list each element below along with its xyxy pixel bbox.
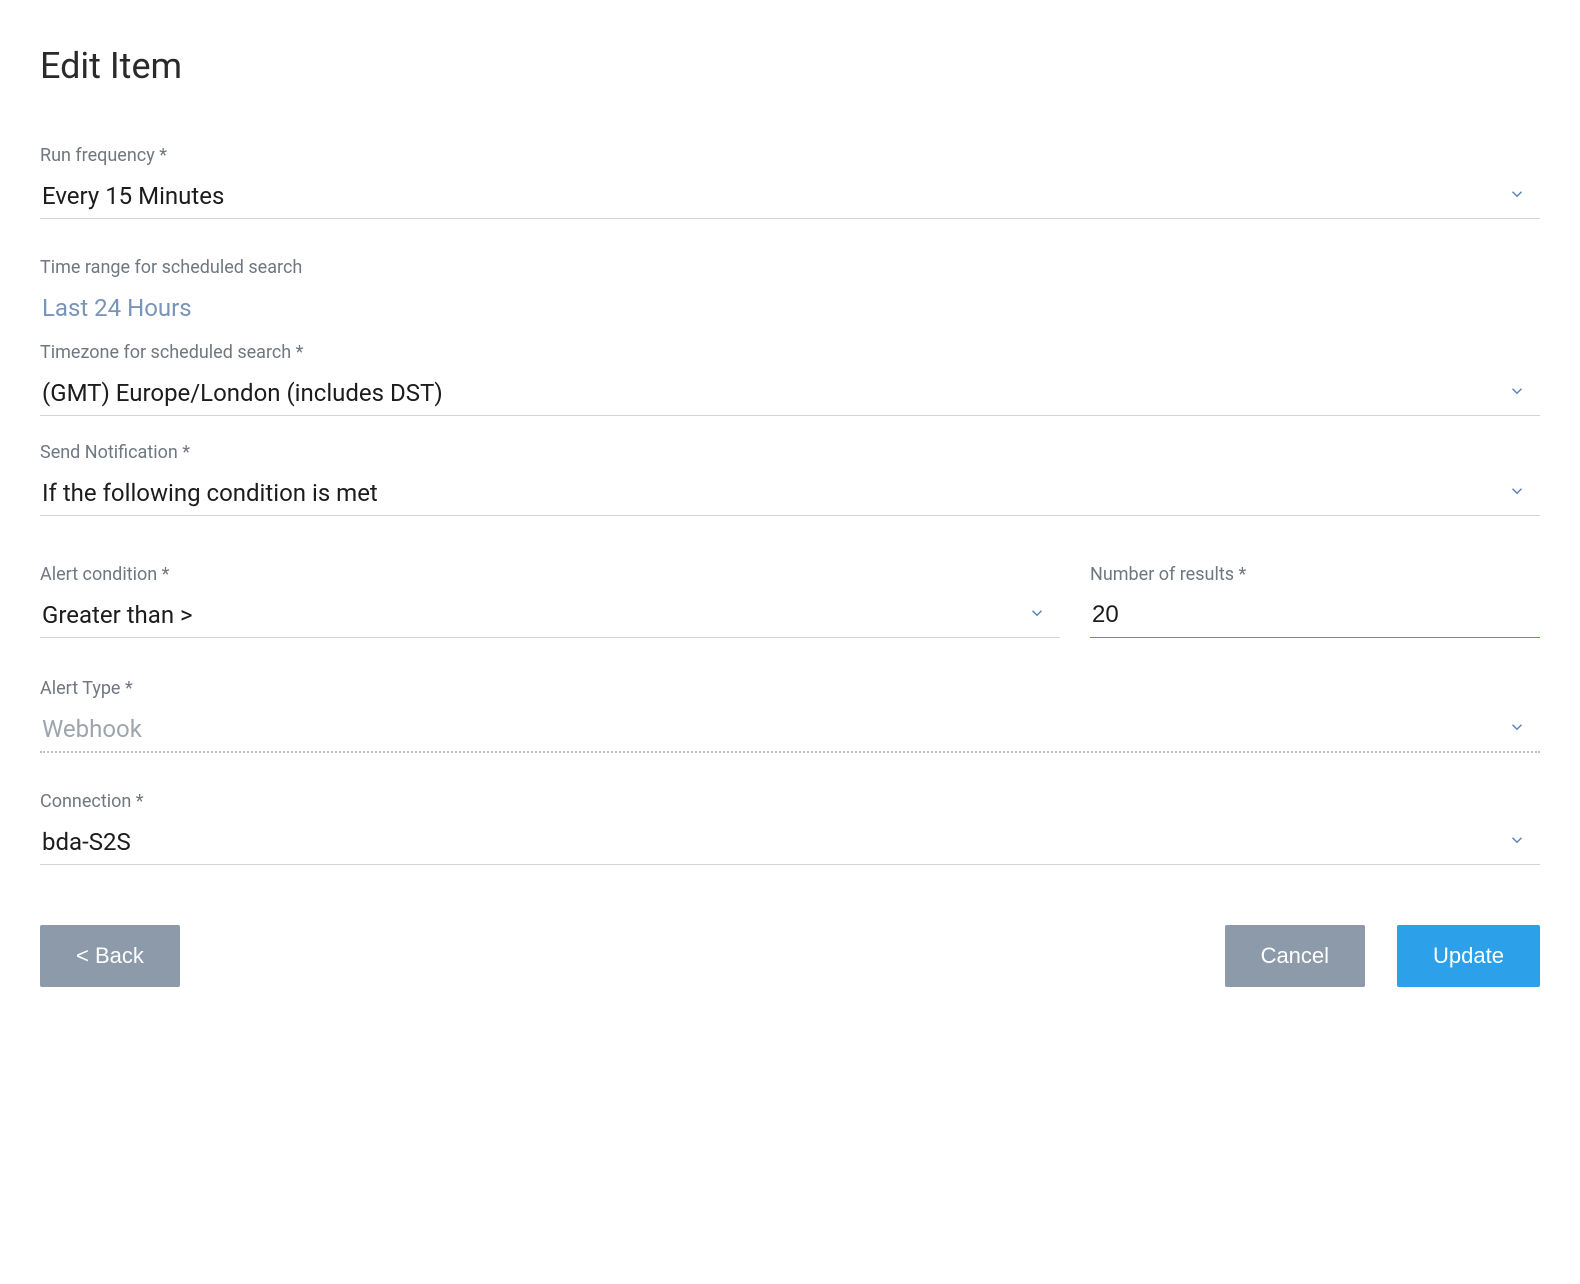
edit-item-form: Run frequency * Every 15 Minutes Time ra… bbox=[40, 145, 1540, 987]
alert-type-select[interactable]: Webhook bbox=[40, 709, 1540, 753]
time-range-field: Time range for scheduled search Last 24 … bbox=[40, 257, 1540, 324]
timezone-field: Timezone for scheduled search * (GMT) Eu… bbox=[40, 342, 1540, 416]
chevron-down-icon bbox=[1508, 185, 1526, 207]
alert-condition-field: Alert condition * Greater than > bbox=[40, 564, 1060, 638]
connection-value: bda-S2S bbox=[42, 828, 131, 856]
send-notification-value: If the following condition is met bbox=[42, 479, 378, 507]
chevron-down-icon bbox=[1508, 718, 1526, 740]
send-notification-field: Send Notification * If the following con… bbox=[40, 442, 1540, 516]
run-frequency-label: Run frequency * bbox=[40, 145, 1540, 166]
run-frequency-value: Every 15 Minutes bbox=[42, 182, 224, 210]
page-title: Edit Item bbox=[40, 45, 1540, 87]
cancel-button[interactable]: Cancel bbox=[1225, 925, 1365, 987]
timezone-value: (GMT) Europe/London (includes DST) bbox=[42, 379, 443, 407]
send-notification-label: Send Notification * bbox=[40, 442, 1540, 463]
alert-condition-select[interactable]: Greater than > bbox=[40, 595, 1060, 638]
alert-type-field: Alert Type * Webhook bbox=[40, 678, 1540, 753]
connection-label: Connection * bbox=[40, 791, 1540, 812]
right-buttons: Cancel Update bbox=[1225, 925, 1540, 987]
number-of-results-field: Number of results * bbox=[1090, 564, 1540, 638]
number-of-results-input-wrap[interactable] bbox=[1090, 595, 1540, 638]
back-button[interactable]: < Back bbox=[40, 925, 180, 987]
timezone-select[interactable]: (GMT) Europe/London (includes DST) bbox=[40, 373, 1540, 416]
alert-type-label: Alert Type * bbox=[40, 678, 1540, 699]
button-bar: < Back Cancel Update bbox=[40, 925, 1540, 987]
alert-type-value: Webhook bbox=[42, 715, 142, 743]
alert-condition-label: Alert condition * bbox=[40, 564, 1060, 585]
update-button[interactable]: Update bbox=[1397, 925, 1540, 987]
number-of-results-label: Number of results * bbox=[1090, 564, 1540, 585]
alert-condition-value: Greater than > bbox=[42, 601, 193, 629]
run-frequency-field: Run frequency * Every 15 Minutes bbox=[40, 145, 1540, 219]
time-range-link[interactable]: Last 24 Hours bbox=[40, 288, 1540, 324]
condition-row: Alert condition * Greater than > Number … bbox=[40, 564, 1540, 638]
connection-field: Connection * bda-S2S bbox=[40, 791, 1540, 865]
chevron-down-icon bbox=[1508, 831, 1526, 853]
send-notification-select[interactable]: If the following condition is met bbox=[40, 473, 1540, 516]
run-frequency-select[interactable]: Every 15 Minutes bbox=[40, 176, 1540, 219]
number-of-results-input[interactable] bbox=[1092, 601, 1538, 629]
chevron-down-icon bbox=[1508, 382, 1526, 404]
timezone-label: Timezone for scheduled search * bbox=[40, 342, 1540, 363]
chevron-down-icon bbox=[1508, 482, 1526, 504]
connection-select[interactable]: bda-S2S bbox=[40, 822, 1540, 865]
time-range-label: Time range for scheduled search bbox=[40, 257, 1540, 278]
chevron-down-icon bbox=[1028, 604, 1046, 626]
